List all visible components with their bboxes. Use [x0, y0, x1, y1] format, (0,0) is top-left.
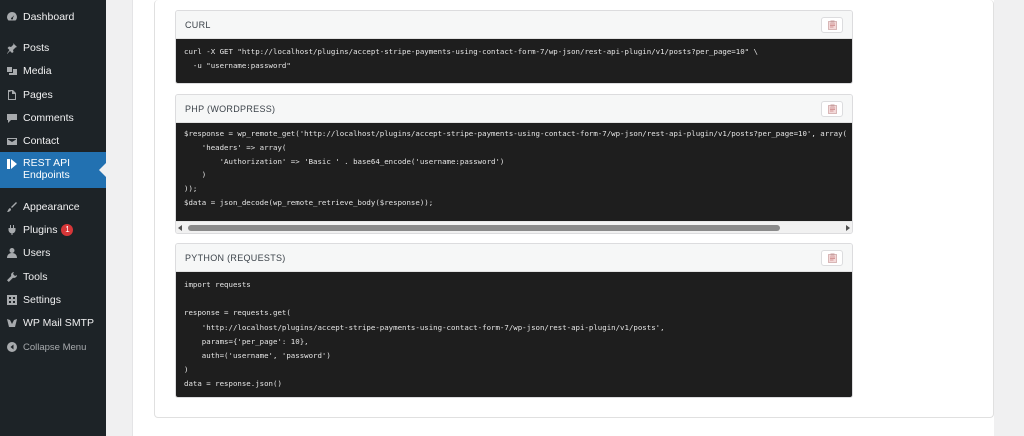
sidebar-item-label: Contact — [23, 135, 60, 147]
sidebar-item-label: Comments — [23, 112, 74, 124]
envelope-icon — [5, 135, 18, 148]
settings-icon — [5, 294, 18, 307]
code-block-title: PYTHON (REQUESTS) — [185, 252, 286, 263]
sidebar-item-label: Pages — [23, 89, 53, 101]
sidebar-item-tools[interactable]: Tools — [0, 266, 106, 288]
code-block-header: CURL — [176, 11, 852, 39]
brush-icon — [5, 201, 18, 214]
sidebar-item-appearance[interactable]: Appearance — [0, 196, 106, 218]
pin-icon — [5, 42, 18, 55]
sidebar-item-users[interactable]: Users — [0, 242, 106, 264]
wrench-icon — [5, 271, 18, 284]
sidebar-item-label: Plugins — [23, 224, 58, 236]
sidebar-item-label: REST API Endpoints — [23, 157, 71, 181]
horizontal-scrollbar[interactable] — [176, 221, 852, 233]
code-block-php: PHP (WORDPRESS) $response = wp_remote_ge… — [175, 94, 853, 234]
code-curl: curl -X GET "http://localhost/plugins/ac… — [176, 39, 852, 83]
scrollbar-thumb[interactable] — [188, 225, 780, 231]
sidebar-item-label: Collapse Menu — [23, 341, 87, 353]
admin-sidebar: Dashboard Posts Media Pages Comments Con… — [0, 0, 106, 436]
sidebar-item-label: Settings — [23, 294, 61, 306]
sidebar-item-pages[interactable]: Pages — [0, 84, 106, 106]
code-python: import requests response = requests.get(… — [176, 272, 852, 397]
plugins-update-badge: 1 — [61, 224, 74, 236]
sidebar-item-label: Dashboard — [23, 11, 75, 23]
sidebar-item-label: Tools — [23, 271, 48, 283]
copy-python-button[interactable] — [821, 249, 843, 266]
comment-icon — [5, 112, 18, 125]
dashboard-icon — [5, 11, 18, 24]
sidebar-item-label: Users — [23, 247, 51, 259]
code-php: $response = wp_remote_get('http://localh… — [176, 123, 852, 221]
sidebar-item-plugins[interactable]: Plugins 1 — [0, 219, 106, 241]
sidebar-item-label: Appearance — [23, 201, 80, 213]
sidebar-item-contact[interactable]: Contact — [0, 130, 106, 152]
sidebar-item-label: Media — [23, 65, 52, 77]
code-block-curl: CURL curl -X GET "http://localhost/plugi… — [175, 10, 853, 84]
media-icon — [5, 65, 18, 78]
code-block-header: PYTHON (REQUESTS) — [176, 244, 852, 272]
sidebar-item-settings[interactable]: Settings — [0, 289, 106, 311]
collapse-icon — [5, 341, 18, 354]
collapse-menu-button[interactable]: Collapse Menu — [0, 336, 106, 358]
sidebar-item-media[interactable]: Media — [0, 60, 106, 82]
sidebar-item-rest-api-endpoints[interactable]: REST API Endpoints — [0, 152, 106, 188]
sidebar-item-posts[interactable]: Posts — [0, 37, 106, 59]
code-block-title: CURL — [185, 19, 211, 30]
copy-php-button[interactable] — [821, 100, 843, 117]
clipboard-icon — [827, 104, 837, 114]
sidebar-item-comments[interactable]: Comments — [0, 107, 106, 129]
scroll-right-arrow-icon[interactable] — [846, 225, 850, 231]
sidebar-item-wp-mail-smtp[interactable]: WP Mail SMTP — [0, 312, 106, 334]
sidebar-item-dashboard[interactable]: Dashboard — [0, 6, 106, 28]
sidebar-item-label: Posts — [23, 42, 50, 54]
sidebar-item-label: WP Mail SMTP — [23, 317, 94, 329]
user-icon — [5, 247, 18, 260]
code-block-title: PHP (WORDPRESS) — [185, 103, 276, 114]
mail-smtp-icon — [5, 317, 18, 330]
page-icon — [5, 89, 18, 102]
rest-api-icon — [5, 157, 18, 170]
code-block-python: PYTHON (REQUESTS) import requests respon… — [175, 243, 853, 398]
clipboard-icon — [827, 253, 837, 263]
plugin-icon — [5, 224, 18, 237]
code-block-header: PHP (WORDPRESS) — [176, 95, 852, 123]
clipboard-icon — [827, 20, 837, 30]
copy-curl-button[interactable] — [821, 16, 843, 33]
scroll-left-arrow-icon[interactable] — [178, 225, 182, 231]
